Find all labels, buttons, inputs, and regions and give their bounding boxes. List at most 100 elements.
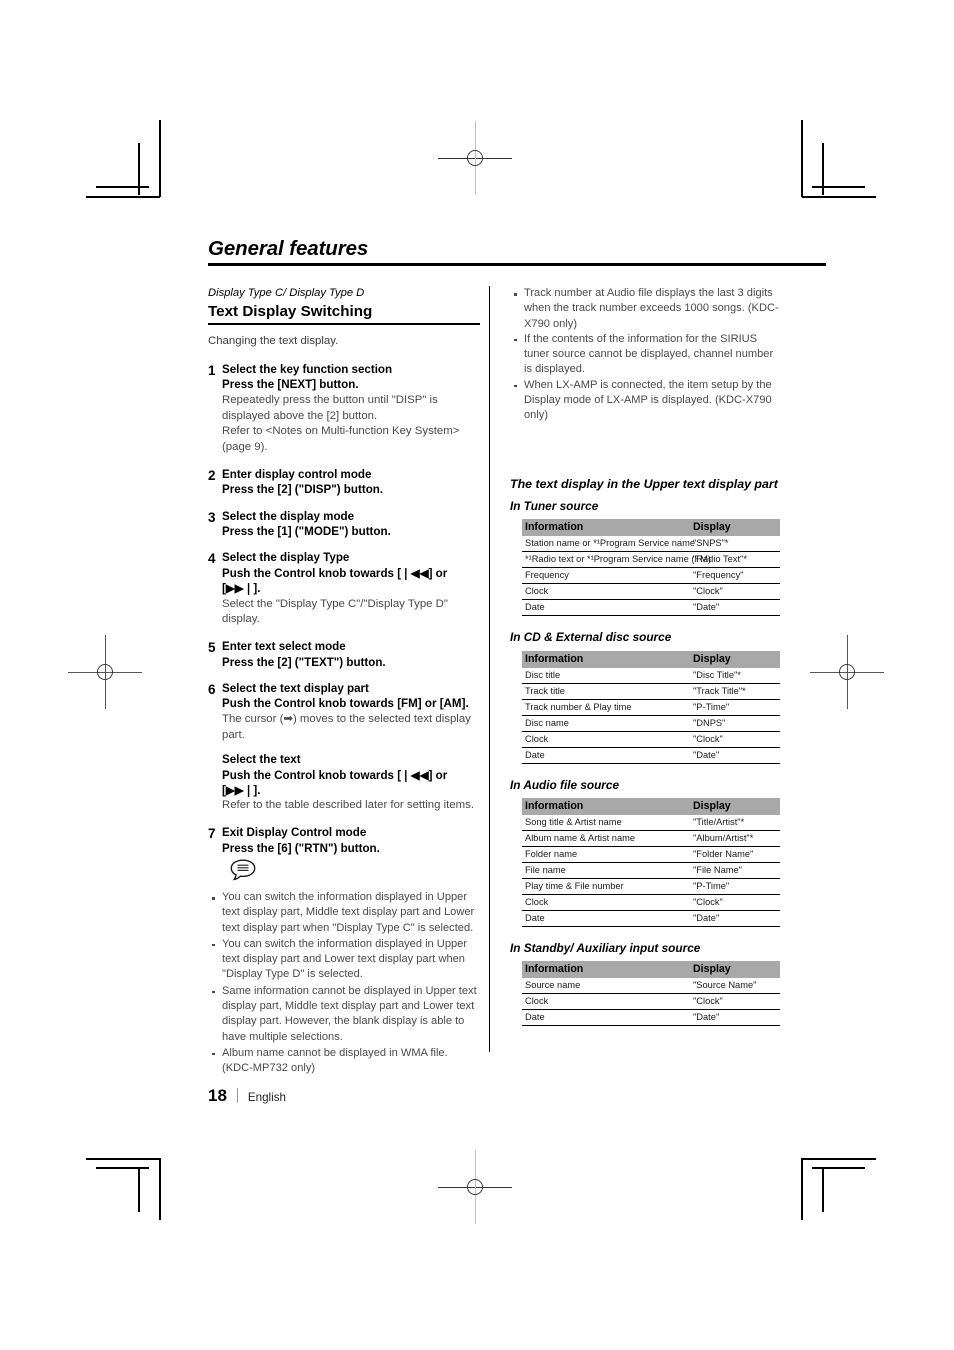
step-number: 4 xyxy=(208,551,216,567)
step-item: 4 Select the display Type Push the Contr… xyxy=(208,550,480,628)
step-action: Push the Control knob towards [❘◀◀] or [… xyxy=(222,566,448,596)
cell-information: Date xyxy=(522,1009,690,1027)
step-title: Enter display control mode xyxy=(222,467,372,481)
section-intro: Changing the text display. xyxy=(208,335,339,348)
page-footer: 18 English xyxy=(208,1086,286,1104)
table-row: Disc title "Disc Title"* xyxy=(522,667,780,684)
step-item: 7 Exit Display Control mode Press the [6… xyxy=(208,825,480,888)
chapter-header: General features xyxy=(208,238,826,266)
list-item: Album name cannot be displayed in WMA fi… xyxy=(208,1046,480,1077)
speech-bubble-note-icon xyxy=(230,859,256,881)
cell-display: "Album/Artist"* xyxy=(690,830,780,847)
cell-information: Clock xyxy=(522,894,690,911)
standby-auxiliary-input-source-table: Information Display Source name "Source … xyxy=(522,961,780,1027)
cell-information: File name xyxy=(522,862,690,879)
cell-display: "DNPS" xyxy=(690,715,780,732)
step-action: Press the [6] ("RTN") button. xyxy=(222,841,380,855)
cell-display: "Date" xyxy=(690,599,780,617)
manual-page: General features Display Type C/ Display… xyxy=(0,0,954,1350)
cell-display: "File Name" xyxy=(690,862,780,879)
cell-display: "Clock" xyxy=(690,731,780,748)
cell-display: "Radio Text"* xyxy=(690,551,780,569)
list-item: If the contents of the information for t… xyxy=(510,332,782,378)
column-header-information: Information xyxy=(522,519,690,537)
step-item: 1 Select the key function section Press … xyxy=(208,362,480,456)
cell-information: Frequency xyxy=(522,567,690,585)
step-item: 2 Enter display control mode Press the [… xyxy=(208,467,480,498)
left-column: Display Type C/ Display Type D Text Disp… xyxy=(208,286,480,1078)
step-title: Enter text select mode xyxy=(222,640,346,654)
cell-information: Track title xyxy=(522,683,690,700)
step-title: Select the display Type xyxy=(222,551,350,565)
step-action: Press the [1] ("MODE") button. xyxy=(222,525,391,539)
table-caption: In Standby/ Auxiliary input source xyxy=(510,940,701,955)
step-title: Select the text display part xyxy=(222,681,369,695)
table-row: Play time & File number "P-Time" xyxy=(522,878,780,895)
column-header-information: Information xyxy=(522,650,690,668)
table-row: Date "Date" xyxy=(522,747,780,764)
step-subtitle: Select the text xyxy=(222,753,301,767)
step-action: Press the [NEXT] button. xyxy=(222,378,359,392)
list-item: You can switch the information displayed… xyxy=(208,890,480,936)
table-row: *¹Radio text or *¹Program Service name (… xyxy=(522,551,780,569)
column-header-display: Display xyxy=(690,797,780,816)
cell-information: Date xyxy=(522,747,690,764)
table-row: Date "Date" xyxy=(522,910,780,927)
step-number: 3 xyxy=(208,509,216,525)
table-row: Track title "Track Title"* xyxy=(522,683,780,700)
cell-display: "SNPS"* xyxy=(690,536,780,553)
step-title: Select the display mode xyxy=(222,509,355,523)
cell-display: "Date" xyxy=(690,1009,780,1027)
step-action: Push the Control knob towards [FM] or [A… xyxy=(222,697,469,711)
column-header-display: Display xyxy=(690,519,780,537)
table-row: Clock "Clock" xyxy=(522,894,780,911)
cell-display: "Date" xyxy=(690,747,780,764)
table-row: Song title & Artist name "Title/Artist"* xyxy=(522,815,780,832)
list-item: When LX-AMP is connected, the item setup… xyxy=(510,378,782,424)
cell-display: "Folder Name" xyxy=(690,846,780,863)
step-item: 3 Select the display mode Press the [1] … xyxy=(208,509,480,540)
table-caption: In Tuner source xyxy=(510,498,599,513)
right-top-notes-list: Track number at Audio file displays the … xyxy=(510,286,782,424)
cell-information: Disc name xyxy=(522,715,690,732)
cell-information: Clock xyxy=(522,993,690,1011)
cell-display: "Title/Artist"* xyxy=(690,815,780,832)
cell-information: *¹Radio text or *¹Program Service name (… xyxy=(522,551,711,569)
chapter-rule xyxy=(208,262,826,266)
step-note: Select the "Display Type C"/"Display Typ… xyxy=(222,597,448,626)
step-number: 6 xyxy=(208,681,216,697)
table-row: Disc name "DNPS" xyxy=(522,715,780,732)
cell-information: Song title & Artist name xyxy=(522,815,690,832)
table-row: Frequency "Frequency" xyxy=(522,567,780,585)
table-header-row: Information Display xyxy=(522,797,780,816)
right-column-heading: The text display in the Upper text displ… xyxy=(510,476,778,491)
cell-display: "Disc Title"* xyxy=(690,667,780,684)
tuner-source-table: Information Display Station name or *¹Pr… xyxy=(522,519,780,617)
step-number: 5 xyxy=(208,640,216,656)
step-note: The cursor (➡) moves to the selected tex… xyxy=(222,712,471,741)
cell-display: "P-Time" xyxy=(690,699,780,716)
step-title: Exit Display Control mode xyxy=(222,826,367,840)
step-number: 1 xyxy=(208,363,216,379)
cell-information: Album name & Artist name xyxy=(522,830,690,847)
step-title: Select the key function section xyxy=(222,363,393,377)
table-row: Track number & Play time "P-Time" xyxy=(522,699,780,716)
table-row: File name "File Name" xyxy=(522,862,780,879)
list-item: Track number at Audio file displays the … xyxy=(510,286,782,332)
table-caption: In CD & External disc source xyxy=(510,630,672,645)
table-header-row: Information Display xyxy=(522,519,780,537)
cell-information: Clock xyxy=(522,583,690,601)
cell-information: Clock xyxy=(522,731,690,748)
step-action: Press the [2] ("DISP") button. xyxy=(222,483,384,497)
table-row: Station name or *¹Program Service name "… xyxy=(522,536,780,553)
cell-information: Station name or *¹Program Service name xyxy=(522,536,695,553)
table-row: Date "Date" xyxy=(522,599,780,617)
cell-information: Track number & Play time xyxy=(522,699,690,716)
page-number: 18 xyxy=(208,1086,227,1105)
table-row: Source name "Source Name" xyxy=(522,978,780,995)
cell-display: "Clock" xyxy=(690,894,780,911)
step-item: 5 Enter text select mode Press the [2] (… xyxy=(208,639,480,670)
column-header-information: Information xyxy=(522,797,690,816)
cell-information: Date xyxy=(522,910,690,927)
cd-external-disc-source-table: Information Display Disc title "Disc Tit… xyxy=(522,650,780,764)
